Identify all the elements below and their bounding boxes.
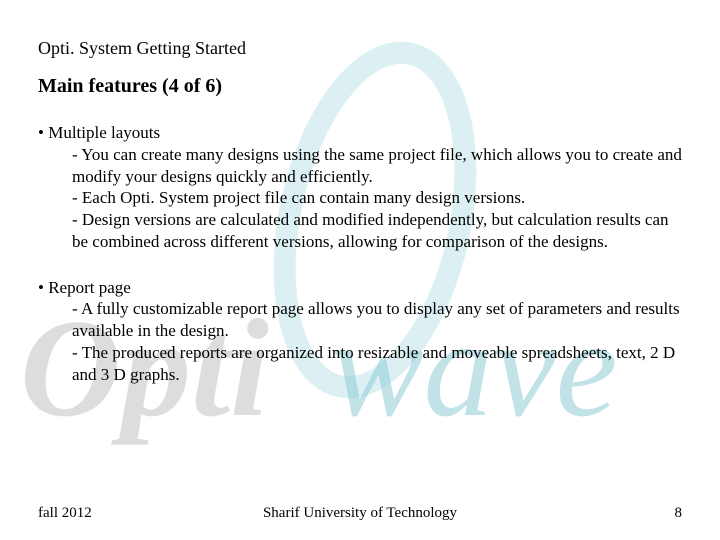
bullet-group-1: • Multiple layouts - You can create many…	[38, 122, 682, 253]
slide-title: Main features (4 of 6)	[38, 75, 682, 98]
slide-header: Opti. System Getting Started	[38, 38, 682, 59]
slide-footer: fall 2012 Sharif University of Technolog…	[38, 505, 682, 522]
footer-date: fall 2012	[38, 505, 92, 522]
bullet-sub: - Design versions are calculated and mod…	[38, 209, 682, 253]
bullet-group-2: • Report page - A fully customizable rep…	[38, 277, 682, 386]
bullet-sub: - You can create many designs using the …	[38, 144, 682, 188]
footer-org: Sharif University of Technology	[38, 505, 682, 522]
bullet-sub: - Each Opti. System project file can con…	[38, 187, 682, 209]
bullet-head: • Report page	[38, 277, 682, 299]
bullet-sub: - The produced reports are organized int…	[38, 342, 682, 386]
bullet-head: • Multiple layouts	[38, 122, 682, 144]
page-number: 8	[675, 505, 683, 522]
bullet-sub: - A fully customizable report page allow…	[38, 298, 682, 342]
slide-content: Opti. System Getting Started Main featur…	[0, 0, 720, 385]
